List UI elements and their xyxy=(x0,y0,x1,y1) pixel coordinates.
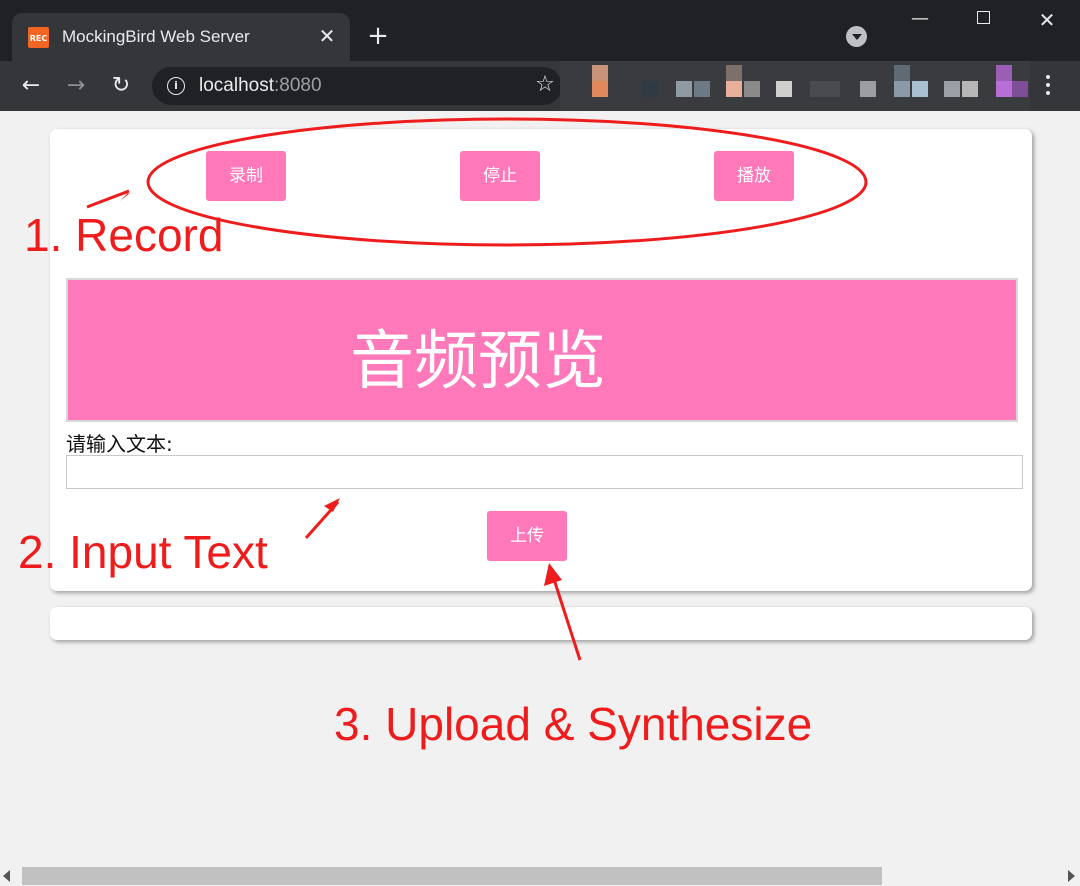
tab-search-icon[interactable] xyxy=(846,26,867,47)
text-input-field[interactable] xyxy=(66,455,1023,489)
forward-button[interactable]: → xyxy=(61,71,91,101)
annotation-upload: 3. Upload & Synthesize xyxy=(334,698,813,750)
extensions-blurred xyxy=(560,61,1030,111)
reload-button[interactable]: ↻ xyxy=(106,71,136,101)
audio-preview[interactable]: 音频预览 xyxy=(66,278,1018,422)
browser-menu-icon[interactable] xyxy=(1038,71,1058,101)
bookmark-star-icon[interactable]: ☆ xyxy=(532,72,558,98)
horizontal-scrollbar[interactable] xyxy=(0,866,1080,886)
close-tab-icon[interactable]: ✕ xyxy=(314,23,340,49)
play-button[interactable]: 播放 xyxy=(714,151,794,201)
url-host: localhost xyxy=(199,75,274,96)
site-info-icon[interactable]: i xyxy=(167,77,185,95)
browser-toolbar: ← → ↻ i localhost:8080 ☆ xyxy=(0,61,1080,111)
main-card: 录制 停止 播放 音频预览 请输入文本: 上传 xyxy=(50,129,1032,591)
annotation-input-text: 2. Input Text xyxy=(18,526,268,578)
url-text[interactable]: localhost:8080 xyxy=(199,75,322,97)
upload-button[interactable]: 上传 xyxy=(487,511,567,561)
close-window-button[interactable]: ✕ xyxy=(1032,8,1062,36)
new-tab-button[interactable]: + xyxy=(364,22,392,50)
scroll-left-arrow-icon[interactable] xyxy=(3,870,10,882)
rec-favicon-icon: REC xyxy=(28,27,49,48)
minimize-button[interactable]: — xyxy=(905,8,935,36)
audio-preview-label: 音频预览 xyxy=(350,325,606,399)
back-button[interactable]: ← xyxy=(16,71,46,101)
browser-tab[interactable]: REC MockingBird Web Server ✕ xyxy=(12,13,350,61)
stop-button[interactable]: 停止 xyxy=(460,151,540,201)
result-card xyxy=(50,607,1032,640)
tab-title: MockingBird Web Server xyxy=(62,27,250,46)
address-bar[interactable]: i localhost:8080 xyxy=(152,67,562,105)
url-port: :8080 xyxy=(274,75,322,96)
annotation-record: 1. Record xyxy=(24,209,224,261)
scroll-thumb[interactable] xyxy=(22,867,882,885)
maximize-button[interactable] xyxy=(968,8,998,36)
record-button[interactable]: 录制 xyxy=(206,151,286,201)
browser-titlebar: REC MockingBird Web Server ✕ + — ✕ xyxy=(0,0,1080,61)
text-input-label: 请输入文本: xyxy=(66,432,173,456)
maximize-icon xyxy=(976,11,990,24)
scroll-right-arrow-icon[interactable] xyxy=(1068,870,1075,882)
